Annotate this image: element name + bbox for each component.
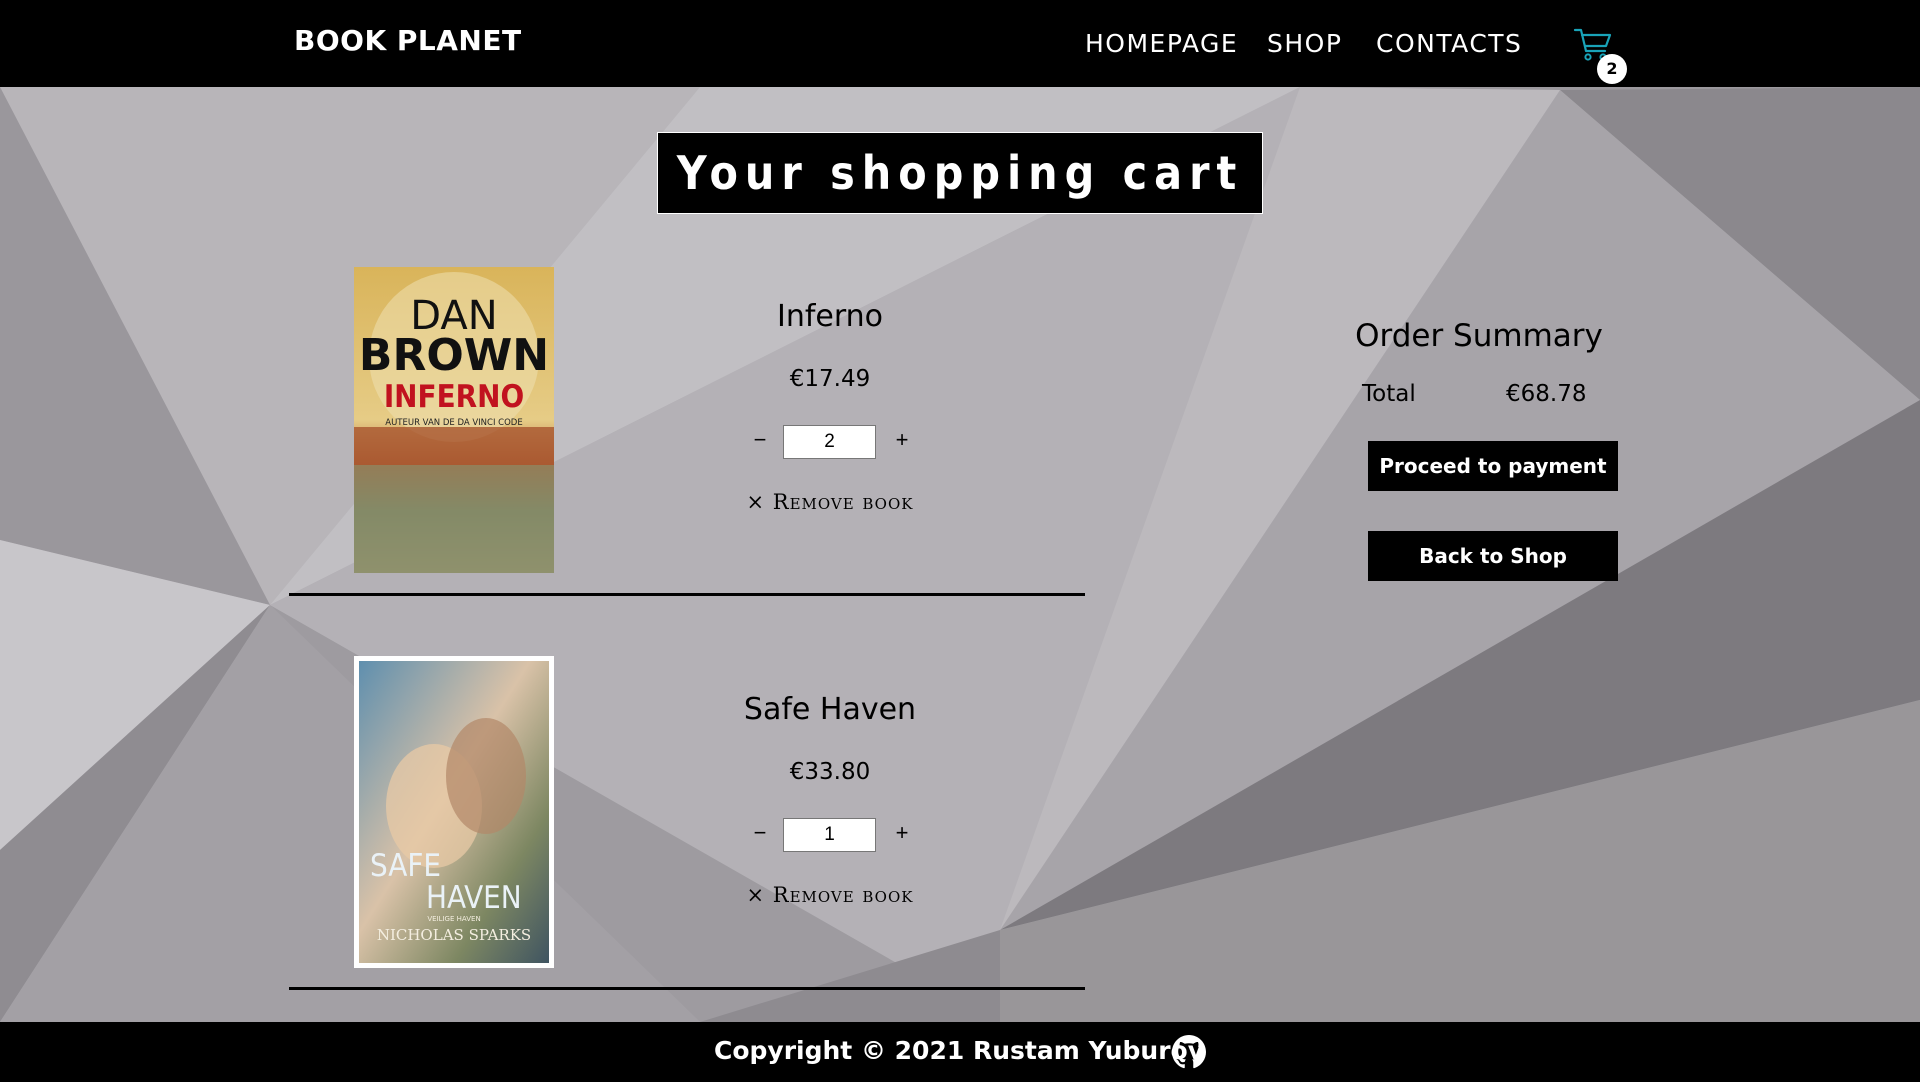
increase-quantity-button[interactable]: + (890, 427, 914, 453)
cover-safe-haven-title-2: HAVEN (426, 880, 522, 916)
footer: Copyright © 2021 Rustam Yuburov (0, 1022, 1920, 1082)
github-icon[interactable] (1172, 1035, 1206, 1069)
book-title: Safe Haven (743, 692, 917, 727)
nav-contacts[interactable]: CONTACTS (1376, 29, 1522, 58)
nav-homepage[interactable]: HOMEPAGE (1085, 29, 1238, 58)
copyright-text: Copyright © 2021 Rustam Yuburov (714, 1036, 1205, 1065)
navbar: BOOK PLANET HOMEPAGE SHOP CONTACTS 2 (0, 0, 1920, 87)
cart-item-inferno: Inferno €17.49 − + × Remove book (700, 295, 960, 514)
decrease-quantity-button[interactable]: − (748, 820, 772, 846)
quantity-input[interactable] (783, 425, 876, 459)
book-title: Inferno (776, 299, 884, 334)
quantity-input[interactable] (783, 818, 876, 852)
quantity-stepper: − + (700, 818, 960, 856)
nav-shop[interactable]: SHOP (1267, 29, 1342, 58)
cover-safe-haven-title-1: SAFE (370, 848, 441, 884)
book-cover-safe-haven: SAFE HAVEN VEILIGE HAVEN NICHOLAS SPARKS (354, 656, 554, 968)
cart-count-badge: 2 (1597, 54, 1627, 84)
cover-safe-haven-subtitle: VEILIGE HAVEN (427, 915, 480, 923)
decrease-quantity-button[interactable]: − (748, 427, 772, 453)
book-price: €17.49 (789, 366, 871, 392)
cover-inferno-subtitle: AUTEUR VAN DE DA VINCI CODE (385, 418, 522, 428)
remove-book-button[interactable]: × Remove book (700, 490, 960, 514)
page-title: Your shopping cart (657, 132, 1263, 214)
cart-item-safe-haven: Safe Haven €33.80 − + × Remove book (700, 688, 960, 907)
item-divider (289, 987, 1085, 990)
book-price: €33.80 (789, 759, 871, 785)
remove-book-button[interactable]: × Remove book (700, 883, 960, 907)
cover-safe-haven-author: NICHOLAS SPARKS (377, 926, 531, 944)
cover-inferno-title: INFERNO (384, 379, 524, 415)
summary-title: Order Summary (1355, 318, 1603, 354)
brand-logo[interactable]: BOOK PLANET (294, 24, 522, 57)
proceed-to-payment-button[interactable]: Proceed to payment (1368, 441, 1618, 491)
book-cover-inferno: DAN BROWN INFERNO AUTEUR VAN DE DA VINCI… (354, 267, 554, 573)
cover-inferno-author-2: BROWN (359, 330, 549, 381)
increase-quantity-button[interactable]: + (890, 820, 914, 846)
quantity-stepper: − + (700, 425, 960, 463)
item-divider (289, 593, 1085, 596)
back-to-shop-button[interactable]: Back to Shop (1368, 531, 1618, 581)
total-label: Total (1362, 381, 1416, 407)
total-value: €68.78 (1506, 381, 1587, 407)
